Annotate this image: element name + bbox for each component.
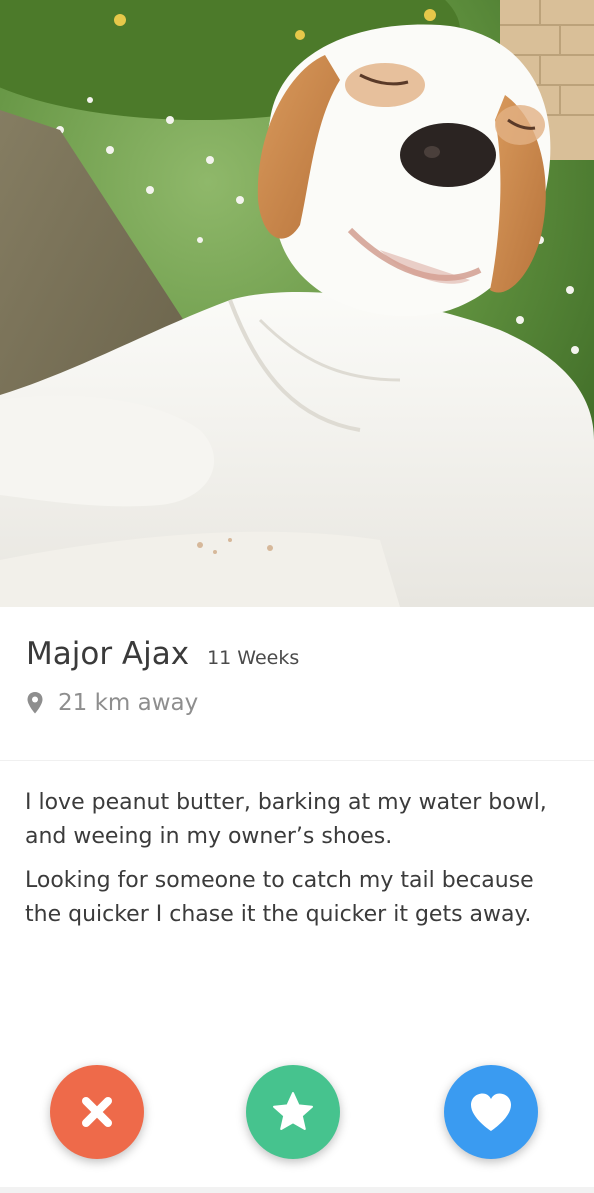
bio-paragraph: Looking for someone to catch my tail bec…: [25, 868, 534, 927]
profile-distance: 21 km away: [58, 690, 199, 716]
bio-paragraph: I love peanut butter, barking at my wate…: [25, 790, 547, 849]
super-like-button[interactable]: [246, 1065, 340, 1159]
like-button[interactable]: [444, 1065, 538, 1159]
star-icon: [273, 1092, 313, 1130]
distance-row: 21 km away: [26, 686, 198, 720]
profile-bio: I love peanut butter, barking at my wate…: [25, 786, 575, 942]
nope-button[interactable]: [50, 1065, 144, 1159]
heart-icon: [471, 1093, 511, 1131]
profile-card: Major Ajax 11 Weeks 21 km away I love pea…: [0, 0, 594, 1193]
profile-age: 11 Weeks: [207, 647, 300, 669]
location-pin-icon: [27, 692, 43, 714]
profile-photo[interactable]: [0, 0, 594, 607]
profile-name: Major Ajax: [26, 636, 190, 672]
close-icon: [82, 1097, 112, 1127]
profile-header: Major Ajax 11 Weeks: [26, 636, 566, 680]
bottom-bar: [0, 1187, 594, 1193]
dog-photo: [0, 0, 594, 607]
divider: [0, 760, 594, 761]
action-bar: [0, 1065, 594, 1161]
